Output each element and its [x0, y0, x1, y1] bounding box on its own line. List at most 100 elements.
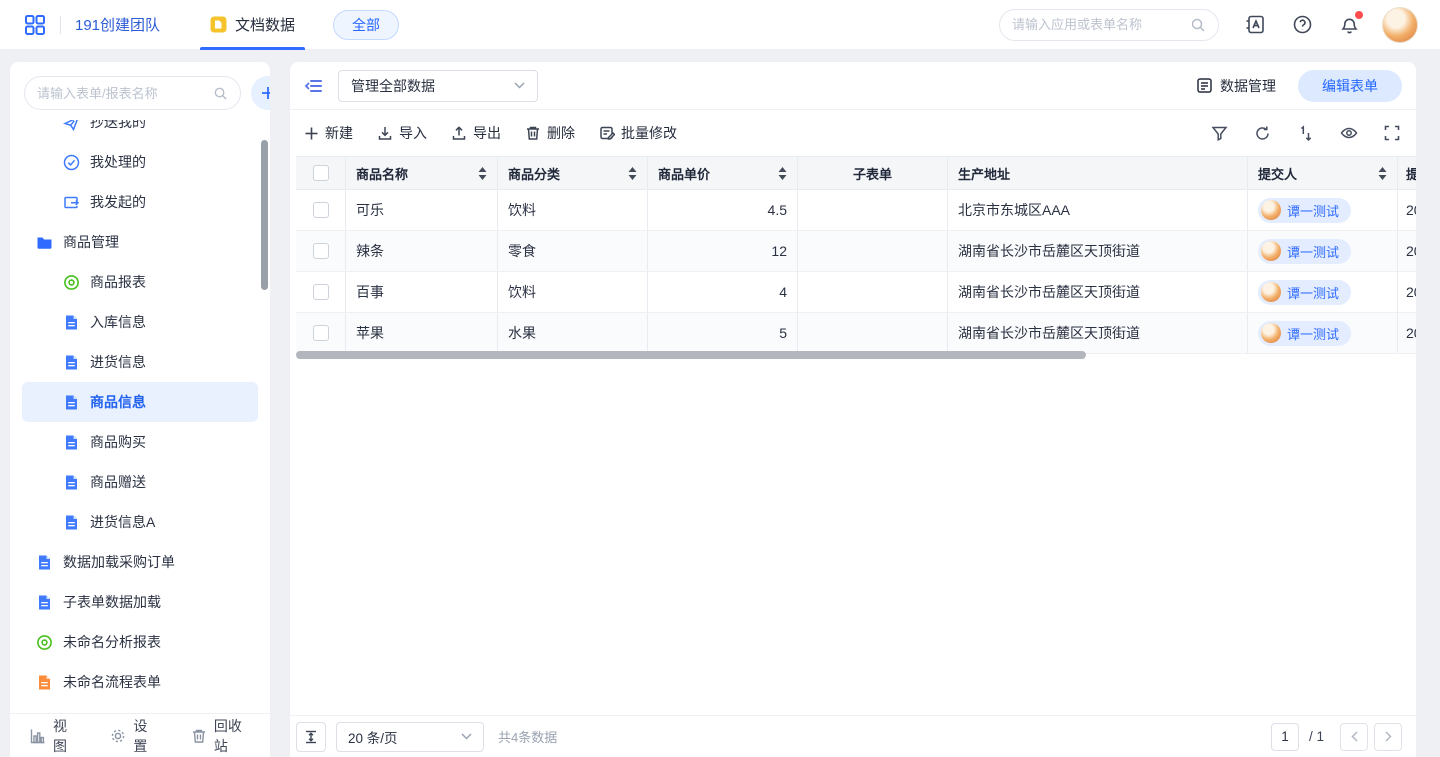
help-icon[interactable]: [1292, 14, 1313, 35]
sidebar-item-product-buy[interactable]: 商品购买: [22, 422, 258, 462]
doc-icon: [36, 594, 53, 611]
row-checkbox[interactable]: [296, 272, 346, 312]
table-toolbar: 新建 导入 导出 删除: [290, 110, 1416, 156]
data-table: 商品名称 商品分类 商品单价 子表单 生产地址 提交人 提: [296, 156, 1416, 354]
column-header-price[interactable]: 商品单价: [648, 157, 798, 189]
sidebar-item-unnamed-flow-form[interactable]: 未命名流程表单: [22, 662, 258, 702]
column-header-name[interactable]: 商品名称: [346, 157, 498, 189]
next-page-button[interactable]: [1374, 723, 1402, 751]
sidebar-item-clipped[interactable]: [22, 702, 258, 713]
submitter-chip[interactable]: 谭一测试: [1258, 280, 1351, 305]
team-name[interactable]: 191创建团队: [75, 14, 160, 35]
batch-edit-button[interactable]: 批量修改: [599, 123, 677, 143]
contacts-icon[interactable]: [1245, 14, 1266, 35]
cell-clipped: 20: [1398, 190, 1416, 230]
sidebar-item-data-load-purchase-order[interactable]: 数据加载采购订单: [22, 542, 258, 582]
submitter-chip[interactable]: 谭一测试: [1258, 239, 1351, 264]
view-select[interactable]: 管理全部数据: [338, 70, 538, 102]
gear-icon: [110, 728, 126, 744]
submitter-chip[interactable]: 谭一测试: [1258, 198, 1351, 223]
recycle-bin-button[interactable]: 回收站: [191, 716, 250, 756]
active-tab-underline: [200, 47, 305, 50]
scope-pill-all[interactable]: 全部: [333, 10, 399, 40]
submitter-avatar: [1261, 241, 1281, 261]
import-button[interactable]: 导入: [377, 123, 427, 143]
sidebar-item-purchase-info[interactable]: 进货信息: [22, 342, 258, 382]
views-button[interactable]: 视图: [30, 716, 76, 756]
send-icon: [63, 194, 80, 211]
row-height-button[interactable]: [296, 722, 326, 752]
delete-button[interactable]: 删除: [525, 123, 575, 143]
sidebar-item-purchase-info-a[interactable]: 进货信息A: [22, 502, 258, 542]
search-icon[interactable]: [213, 86, 228, 101]
plus-icon: [304, 126, 319, 141]
sidebar-item-unnamed-analysis-report[interactable]: 未命名分析报表: [22, 622, 258, 662]
sidebar-item-inbound-info[interactable]: 入库信息: [22, 302, 258, 342]
chevron-down-icon: [514, 82, 525, 89]
sidebar-scrollbar[interactable]: [261, 140, 268, 290]
sidebar-item-product-report[interactable]: 商品报表: [22, 262, 258, 302]
notification-bell-icon[interactable]: [1339, 14, 1360, 35]
row-checkbox[interactable]: [296, 313, 346, 353]
sidebar-item-cc-to-me[interactable]: 抄送我的: [22, 120, 258, 142]
collapse-sidebar-icon[interactable]: [298, 76, 330, 96]
data-manage-button[interactable]: 数据管理: [1196, 76, 1276, 96]
submitter-avatar: [1261, 323, 1281, 343]
column-header-category[interactable]: 商品分类: [498, 157, 648, 189]
column-header-address[interactable]: 生产地址: [948, 157, 1248, 189]
column-sort-icon[interactable]: [478, 167, 487, 180]
sidebar-search-input[interactable]: [37, 86, 213, 101]
sidebar-item-processed-by-me[interactable]: 我处理的: [22, 142, 258, 182]
tab-doc-data[interactable]: 文档数据: [198, 0, 307, 50]
report-icon: [63, 274, 80, 291]
submitter-chip[interactable]: 谭一测试: [1258, 321, 1351, 346]
cell-category: 饮料: [498, 272, 648, 312]
settings-button[interactable]: 设置: [110, 716, 156, 756]
export-button[interactable]: 导出: [451, 123, 501, 143]
global-search-input[interactable]: [1012, 17, 1190, 32]
fullscreen-icon[interactable]: [1384, 125, 1400, 141]
table-header-row: 商品名称 商品分类 商品单价 子表单 生产地址 提交人 提: [296, 156, 1416, 190]
sidebar-item-started-by-me[interactable]: 我发起的: [22, 182, 258, 222]
column-header-submitter[interactable]: 提交人: [1248, 157, 1398, 189]
sidebar-item-product-info[interactable]: 商品信息: [22, 382, 258, 422]
eye-icon[interactable]: [1340, 124, 1358, 142]
edit-form-button[interactable]: 编辑表单: [1298, 70, 1402, 102]
user-avatar[interactable]: [1382, 7, 1418, 43]
table-row[interactable]: 辣条 零食 12 湖南省长沙市岳麓区天顶街道 谭一测试 20: [296, 231, 1416, 272]
cell-address: 湖南省长沙市岳麓区天顶街道: [948, 272, 1248, 312]
current-page-input[interactable]: 1: [1271, 723, 1299, 751]
sidebar-folder-product-management[interactable]: 商品管理: [22, 222, 258, 262]
refresh-icon[interactable]: [1254, 125, 1271, 142]
column-sort-icon[interactable]: [1378, 167, 1387, 180]
table-row[interactable]: 可乐 饮料 4.5 北京市东城区AAA 谭一测试 20: [296, 190, 1416, 231]
page-size-select[interactable]: 20 条/页: [336, 722, 484, 752]
global-search[interactable]: [999, 9, 1219, 41]
search-icon[interactable]: [1190, 17, 1206, 33]
column-sort-icon[interactable]: [778, 167, 787, 180]
sidebar-search[interactable]: [24, 76, 241, 110]
new-record-button[interactable]: 新建: [304, 123, 353, 143]
prev-page-button[interactable]: [1340, 723, 1368, 751]
apps-grid-icon[interactable]: [24, 14, 46, 36]
import-icon: [377, 125, 393, 141]
sidebar-item-product-gift[interactable]: 商品赠送: [22, 462, 258, 502]
sidebar-item-subform-data-load[interactable]: 子表单数据加载: [22, 582, 258, 622]
check-circle-icon: [63, 154, 80, 171]
add-form-button[interactable]: [251, 76, 270, 110]
column-sort-icon[interactable]: [628, 167, 637, 180]
batch-edit-icon: [599, 125, 615, 141]
horizontal-scrollbar-thumb[interactable]: [296, 351, 1086, 359]
sort-icon[interactable]: [1297, 125, 1314, 142]
filter-icon[interactable]: [1211, 125, 1228, 142]
row-checkbox[interactable]: [296, 190, 346, 230]
doc-icon-orange: [36, 674, 53, 691]
row-checkbox[interactable]: [296, 231, 346, 271]
select-all-checkbox[interactable]: [296, 157, 346, 189]
table-row[interactable]: 百事 饮料 4 湖南省长沙市岳麓区天顶街道 谭一测试 20: [296, 272, 1416, 313]
column-header-subform[interactable]: 子表单: [798, 157, 948, 189]
chevron-down-icon: [461, 733, 472, 740]
main-panel: 管理全部数据 数据管理 编辑表单 新建: [290, 62, 1416, 757]
table-row[interactable]: 苹果 水果 5 湖南省长沙市岳麓区天顶街道 谭一测试 20: [296, 313, 1416, 354]
topbar-divider: [60, 16, 61, 34]
